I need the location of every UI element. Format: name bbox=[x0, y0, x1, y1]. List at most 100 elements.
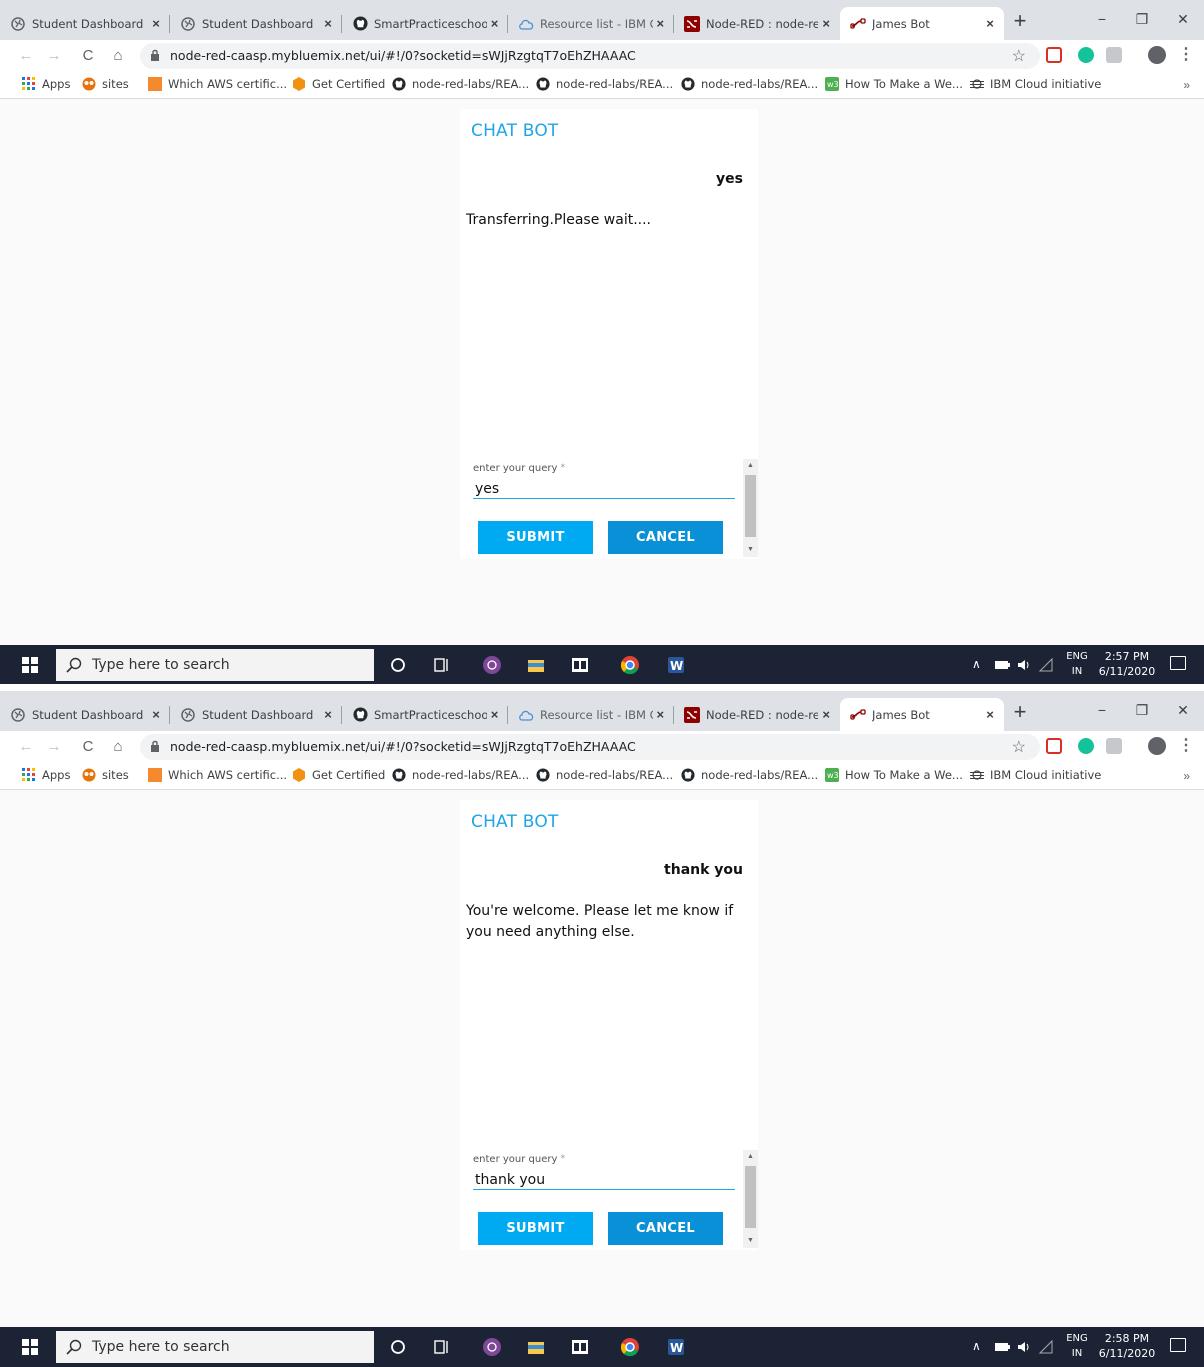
notification-center-icon[interactable] bbox=[1170, 1338, 1186, 1352]
extension-pocket-icon[interactable] bbox=[1046, 47, 1062, 63]
task-view-icon[interactable] bbox=[432, 1337, 452, 1357]
tab-smartpracticeschool[interactable]: SmartPracticeschool/ × bbox=[342, 698, 508, 731]
extension-grammarly-icon[interactable] bbox=[1078, 738, 1094, 754]
tab-student-dashboard-2[interactable]: Student Dashboard × bbox=[170, 698, 342, 731]
bookmark-get-certified[interactable]: Get Certified bbox=[292, 77, 385, 91]
bookmark-ibm-cloud[interactable]: IBM Cloud initiative bbox=[970, 77, 1101, 91]
dolby-icon[interactable] bbox=[570, 655, 590, 675]
file-explorer-icon[interactable] bbox=[526, 655, 546, 675]
bookmark-node-red-labs-2[interactable]: node-red-labs/REA... bbox=[536, 768, 673, 782]
cortana-icon[interactable] bbox=[388, 1337, 408, 1357]
bookmark-how-to-make[interactable]: w3 How To Make a We... bbox=[825, 77, 963, 91]
tor-browser-icon[interactable] bbox=[482, 655, 502, 675]
restore-button[interactable]: ❐ bbox=[1125, 697, 1159, 723]
tab-james-bot[interactable]: James Bot × bbox=[840, 698, 1004, 731]
tab-student-dashboard-1[interactable]: Student Dashboard × bbox=[0, 698, 170, 731]
scrollbar-thumb[interactable] bbox=[745, 1166, 756, 1228]
bookmark-aws[interactable]: Which AWS certific... bbox=[148, 768, 287, 782]
extension-generic-icon[interactable] bbox=[1106, 738, 1122, 754]
close-icon[interactable]: × bbox=[982, 16, 998, 31]
bookmarks-overflow-icon[interactable]: » bbox=[1183, 769, 1190, 783]
taskbar-search-box[interactable]: Type here to search bbox=[56, 649, 374, 681]
new-tab-button[interactable]: + bbox=[1006, 10, 1034, 34]
tab-resource-list[interactable]: Resource list - IBM C × bbox=[508, 698, 674, 731]
bookmark-get-certified[interactable]: Get Certified bbox=[292, 768, 385, 782]
bookmark-star-icon[interactable]: ☆ bbox=[1012, 46, 1026, 66]
windows-start-icon[interactable] bbox=[22, 657, 38, 673]
close-icon[interactable]: × bbox=[487, 707, 502, 722]
bookmark-node-red-labs-3[interactable]: node-red-labs/REA... bbox=[681, 768, 818, 782]
extension-pocket-icon[interactable] bbox=[1046, 738, 1062, 754]
cortana-icon[interactable] bbox=[388, 655, 408, 675]
home-button[interactable]: ⌂ bbox=[106, 735, 130, 759]
bookmark-node-red-labs-1[interactable]: node-red-labs/REA... bbox=[392, 768, 529, 782]
volume-icon[interactable] bbox=[1016, 657, 1032, 673]
home-button[interactable]: ⌂ bbox=[106, 44, 130, 68]
chrome-icon[interactable] bbox=[620, 655, 640, 675]
cancel-button[interactable]: CANCEL bbox=[608, 1212, 723, 1245]
profile-avatar-icon[interactable] bbox=[1148, 46, 1166, 64]
submit-button[interactable]: SUBMIT bbox=[478, 1212, 593, 1245]
word-icon[interactable]: W bbox=[666, 655, 686, 675]
address-bar[interactable]: node-red-caasp.mybluemix.net/ui/#!/0?soc… bbox=[140, 734, 1040, 760]
volume-icon[interactable] bbox=[1016, 1339, 1032, 1355]
close-icon[interactable]: × bbox=[818, 707, 834, 722]
extension-grammarly-icon[interactable] bbox=[1078, 47, 1094, 63]
input-language[interactable]: ENG IN bbox=[1064, 1331, 1090, 1361]
dolby-icon[interactable] bbox=[570, 1337, 590, 1357]
close-icon[interactable]: × bbox=[148, 707, 164, 722]
bookmark-node-red-labs-2[interactable]: node-red-labs/REA... bbox=[536, 77, 673, 91]
tab-node-red[interactable]: Node-RED : node-re × bbox=[674, 7, 840, 40]
tab-node-red[interactable]: Node-RED : node-re × bbox=[674, 698, 840, 731]
battery-icon[interactable] bbox=[994, 1340, 1010, 1354]
scroll-up-arrow-icon[interactable]: ▲ bbox=[743, 459, 758, 473]
tray-chevron-icon[interactable]: ∧ bbox=[972, 1339, 981, 1353]
profile-avatar-icon[interactable] bbox=[1148, 737, 1166, 755]
wifi-icon[interactable] bbox=[1038, 1339, 1054, 1355]
form-scrollbar[interactable]: ▲ ▼ bbox=[743, 459, 758, 557]
close-icon[interactable]: × bbox=[487, 16, 502, 31]
bookmark-apps[interactable]: Apps bbox=[22, 768, 70, 782]
bookmark-apps[interactable]: Apps bbox=[22, 77, 70, 91]
bookmark-how-to-make[interactable]: w3 How To Make a We... bbox=[825, 768, 963, 782]
window-close-button[interactable]: ✕ bbox=[1166, 697, 1200, 723]
taskbar-clock[interactable]: 2:58 PM 6/11/2020 bbox=[1096, 1331, 1158, 1361]
new-tab-button[interactable]: + bbox=[1006, 701, 1034, 725]
bookmark-node-red-labs-3[interactable]: node-red-labs/REA... bbox=[681, 77, 818, 91]
tab-james-bot[interactable]: James Bot × bbox=[840, 7, 1004, 40]
browser-menu-icon[interactable]: ⋮ bbox=[1178, 44, 1194, 64]
close-icon[interactable]: × bbox=[818, 16, 834, 31]
wifi-icon[interactable] bbox=[1038, 657, 1054, 673]
windows-start-icon[interactable] bbox=[22, 1339, 38, 1355]
scrollbar-thumb[interactable] bbox=[745, 475, 756, 537]
forward-button[interactable]: → bbox=[42, 44, 66, 68]
browser-menu-icon[interactable]: ⋮ bbox=[1178, 735, 1194, 755]
minimize-button[interactable]: − bbox=[1085, 6, 1119, 32]
form-scrollbar[interactable]: ▲ ▼ bbox=[743, 1150, 758, 1248]
back-button[interactable]: ← bbox=[14, 44, 38, 68]
restore-button[interactable]: ❐ bbox=[1125, 6, 1159, 32]
notification-center-icon[interactable] bbox=[1170, 656, 1186, 670]
query-input[interactable] bbox=[473, 1170, 735, 1190]
close-icon[interactable]: × bbox=[653, 16, 668, 31]
close-icon[interactable]: × bbox=[320, 707, 336, 722]
forward-button[interactable]: → bbox=[42, 735, 66, 759]
close-icon[interactable]: × bbox=[320, 16, 336, 31]
task-view-icon[interactable] bbox=[432, 655, 452, 675]
file-explorer-icon[interactable] bbox=[526, 1337, 546, 1357]
bookmark-node-red-labs-1[interactable]: node-red-labs/REA... bbox=[392, 77, 529, 91]
minimize-button[interactable]: − bbox=[1085, 697, 1119, 723]
taskbar-clock[interactable]: 2:57 PM 6/11/2020 bbox=[1096, 649, 1158, 679]
scroll-up-arrow-icon[interactable]: ▲ bbox=[743, 1150, 758, 1164]
bookmark-sites[interactable]: sites bbox=[82, 77, 129, 91]
reload-button[interactable]: C bbox=[76, 44, 100, 68]
bookmarks-overflow-icon[interactable]: » bbox=[1183, 78, 1190, 92]
tab-student-dashboard-2[interactable]: Student Dashboard × bbox=[170, 7, 342, 40]
close-icon[interactable]: × bbox=[653, 707, 668, 722]
cancel-button[interactable]: CANCEL bbox=[608, 521, 723, 554]
window-close-button[interactable]: ✕ bbox=[1166, 6, 1200, 32]
address-bar[interactable]: node-red-caasp.mybluemix.net/ui/#!/0?soc… bbox=[140, 43, 1040, 69]
scroll-down-arrow-icon[interactable]: ▼ bbox=[743, 543, 758, 557]
submit-button[interactable]: SUBMIT bbox=[478, 521, 593, 554]
bookmark-aws[interactable]: Which AWS certific... bbox=[148, 77, 287, 91]
